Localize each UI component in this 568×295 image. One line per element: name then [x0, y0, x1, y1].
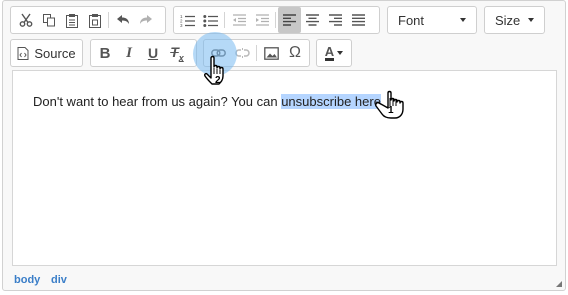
cursor-step-label: 2: [215, 75, 221, 86]
toolbar-separator: [108, 12, 109, 28]
text-color-button[interactable]: A: [317, 40, 351, 66]
remove-format-subscript: x: [178, 52, 184, 63]
indent-icon: [255, 14, 269, 26]
cut-icon: [19, 13, 32, 27]
outdent-icon: [232, 14, 246, 26]
chevron-down-icon: [528, 18, 534, 22]
align-center-button[interactable]: [301, 7, 324, 33]
paste-text-icon: [88, 13, 101, 28]
undo-icon: [116, 15, 129, 24]
justify-button[interactable]: [347, 7, 370, 33]
editor-paragraph[interactable]: Don't want to hear from us again? You ca…: [33, 94, 381, 109]
remove-format-button[interactable]: Tx: [165, 40, 189, 66]
text-color-icon: A: [324, 44, 335, 61]
path-item-body[interactable]: body: [14, 274, 40, 286]
copy-button[interactable]: [37, 7, 60, 33]
paragraph-group: 123: [173, 6, 380, 34]
size-dropdown-label: Size: [495, 12, 521, 28]
source-icon: [17, 46, 29, 60]
underline-icon: U: [147, 45, 159, 61]
numbered-list-icon: 123: [180, 14, 195, 27]
toolbar: 123 Font Size Source B I U Tx Ω A: [3, 1, 565, 70]
justify-icon: [352, 14, 365, 26]
clipboard-group: [10, 6, 166, 34]
rich-text-editor: 1 2 3 Font Size Source B I U Tx Ω A Don't …: [2, 0, 566, 291]
bold-icon: B: [99, 44, 111, 62]
align-left-button[interactable]: [278, 7, 301, 33]
selected-text[interactable]: unsubscribe here: [281, 94, 381, 109]
omega-icon: Ω: [289, 44, 301, 61]
chevron-down-icon: [460, 18, 466, 22]
font-dropdown-label: Font: [398, 12, 425, 28]
bulleted-list-icon: [203, 14, 218, 27]
image-icon: [263, 46, 279, 60]
paragraph-text: Don't want to hear from us again? You ca…: [33, 94, 282, 109]
svg-text:3: 3: [180, 23, 183, 27]
chevron-down-icon: [337, 51, 344, 55]
toolbar-separator: [224, 12, 225, 28]
align-right-icon: [329, 14, 342, 26]
remove-format-label: T: [170, 43, 179, 60]
image-button[interactable]: [259, 40, 283, 66]
paste-button[interactable]: [60, 7, 83, 33]
align-center-icon: [306, 14, 319, 26]
bold-button[interactable]: B: [93, 40, 117, 66]
font-dropdown[interactable]: Font: [387, 6, 477, 34]
outdent-button[interactable]: [227, 7, 250, 33]
indent-button[interactable]: [250, 7, 273, 33]
align-left-icon: [283, 14, 296, 26]
path-item-div[interactable]: div: [51, 274, 67, 286]
toolbar-separator: [256, 45, 257, 61]
bulleted-list-button[interactable]: [199, 7, 222, 33]
cut-button[interactable]: [14, 7, 37, 33]
italic-icon: I: [126, 44, 132, 61]
underline-button[interactable]: U: [141, 40, 165, 66]
toolbar-separator: [275, 12, 276, 28]
element-path-bar: body div: [3, 269, 565, 291]
redo-icon: [139, 15, 152, 24]
paste-text-button[interactable]: [83, 7, 106, 33]
copy-icon: [42, 14, 55, 27]
undo-button[interactable]: [111, 7, 134, 33]
align-right-button[interactable]: [324, 7, 347, 33]
paste-icon: [65, 13, 78, 28]
italic-button[interactable]: I: [117, 40, 141, 66]
basic-styles-group: B I U Tx: [90, 39, 197, 67]
editor-content-area[interactable]: Don't want to hear from us again? You ca…: [12, 70, 557, 266]
size-dropdown[interactable]: Size: [484, 6, 545, 34]
source-button-label: Source: [34, 45, 76, 61]
special-character-button[interactable]: Ω: [283, 40, 307, 66]
redo-button[interactable]: [134, 7, 157, 33]
numbered-list-button[interactable]: 123: [176, 7, 199, 33]
source-group: Source: [10, 39, 83, 67]
cursor-step-label: 1: [388, 105, 394, 116]
remove-format-icon: Tx: [170, 44, 184, 63]
source-button[interactable]: Source: [11, 40, 82, 66]
resize-handle-icon[interactable]: [556, 281, 562, 287]
text-color-group: A: [316, 39, 352, 67]
